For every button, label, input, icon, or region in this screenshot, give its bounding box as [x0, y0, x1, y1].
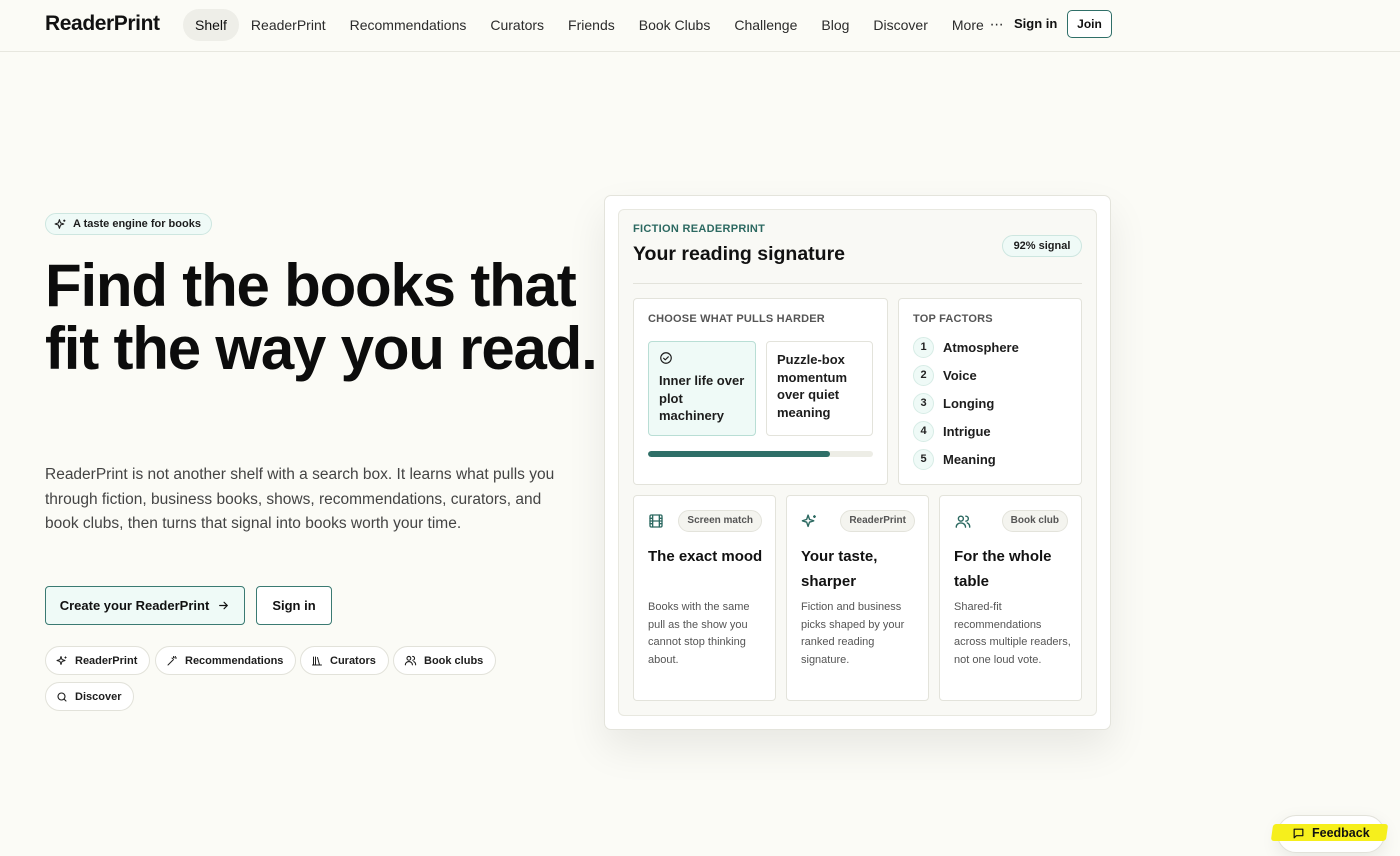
factor-item: 3 Longing	[913, 393, 994, 414]
nav-curators[interactable]: Curators	[478, 9, 556, 41]
feature-badge: ReaderPrint	[840, 510, 915, 532]
factor-label: Intrigue	[943, 424, 991, 439]
feature-card-book-club[interactable]: Book club For the whole table Shared-fit…	[939, 495, 1082, 701]
library-icon	[312, 656, 322, 665]
create-readerprint-label: Create your ReaderPrint	[59, 598, 210, 613]
card-title: Your reading signature	[633, 243, 846, 265]
users-icon	[955, 515, 971, 528]
feature-description: Fiction and business picks shaped by you…	[801, 601, 905, 666]
factor-label: Meaning	[943, 452, 996, 467]
chip-readerprint[interactable]: ReaderPrint	[45, 646, 151, 675]
nav-shelf[interactable]: Shelf	[183, 8, 239, 41]
join-button[interactable]: Join	[1067, 10, 1112, 38]
hero-signin-button[interactable]: Sign in	[256, 586, 332, 625]
factor-rank: 2	[913, 365, 934, 386]
arrow-right-icon	[219, 601, 229, 610]
factor-item: 5 Meaning	[913, 449, 996, 470]
factor-item: 2 Voice	[913, 365, 977, 386]
feature-description: Shared-fit recommendations across multip…	[954, 601, 1071, 666]
option-inner-life[interactable]: Inner life over plot machinery	[648, 341, 756, 436]
nav-challenge[interactable]: Challenge	[722, 9, 809, 41]
factor-rank: 5	[913, 449, 934, 470]
sparkle-icon	[801, 514, 816, 528]
nav-friends[interactable]: Friends	[556, 9, 627, 41]
feedback-label: Feedback	[1312, 826, 1370, 840]
magic-wand-icon	[167, 655, 177, 665]
chip-curators-label: Curators	[330, 654, 376, 667]
factor-item: 4 Intrigue	[913, 421, 991, 442]
chip-book-clubs[interactable]: Book clubs	[393, 646, 497, 675]
chip-discover[interactable]: Discover	[45, 682, 135, 711]
signal-badge: 92% signal	[1002, 235, 1082, 257]
hero-title: Find the books that fit the way you read…	[45, 252, 598, 382]
choose-label: CHOOSE WHAT PULLS HARDER	[648, 313, 825, 325]
feature-title: Your taste, sharper	[801, 548, 878, 590]
feature-title: For the whole table	[954, 548, 1052, 590]
factor-rank: 3	[913, 393, 934, 414]
nav-book-clubs[interactable]: Book Clubs	[627, 9, 723, 41]
feature-badge: Book club	[1001, 510, 1068, 532]
site-header: ReaderPrint Shelf ReaderPrint Recommenda…	[0, 0, 1400, 52]
factor-label: Voice	[943, 368, 977, 383]
feature-card-readerprint[interactable]: ReaderPrint Your taste, sharper Fiction …	[786, 495, 929, 701]
feature-badge: Screen match	[678, 510, 762, 532]
option-puzzle-box[interactable]: Puzzle-box momentum over quiet meaning	[766, 341, 873, 436]
create-readerprint-button[interactable]: Create your ReaderPrint	[45, 586, 245, 625]
nav-discover[interactable]: Discover	[861, 9, 939, 41]
brand-logo[interactable]: ReaderPrint	[45, 12, 160, 36]
factor-item: 1 Atmosphere	[913, 337, 1019, 358]
nav-more[interactable]: More ⋯	[940, 8, 1017, 41]
nav-recommendations[interactable]: Recommendations	[338, 9, 479, 41]
chip-readerprint-label: ReaderPrint	[75, 654, 138, 667]
nav-more-label: More	[951, 16, 984, 33]
search-icon	[57, 691, 67, 702]
factor-rank: 1	[913, 337, 934, 358]
sparkle-icon	[54, 218, 66, 229]
chip-discover-label: Discover	[75, 690, 122, 703]
users-icon	[404, 655, 417, 666]
option-puzzle-box-label: Puzzle-box momentum over quiet meaning	[777, 352, 848, 420]
chip-recommendations[interactable]: Recommendations	[155, 646, 297, 675]
main-nav: Shelf ReaderPrint Recommendations Curato…	[183, 8, 1017, 41]
pull-progress-bar	[648, 451, 873, 457]
card-divider	[633, 283, 1082, 284]
header-signin-link[interactable]: Sign in	[1014, 16, 1057, 31]
feature-description: Books with the same pull as the show you…	[648, 601, 750, 666]
chip-recommendations-label: Recommendations	[185, 654, 284, 667]
factor-label: Atmosphere	[943, 340, 1019, 355]
factor-rank: 4	[913, 421, 934, 442]
hero-description: ReaderPrint is not another shelf with a …	[45, 466, 555, 532]
feature-card-screen-match[interactable]: Screen match The exact mood Books with t…	[633, 495, 776, 701]
hero-tag-label: A taste engine for books	[73, 218, 201, 230]
more-dots-icon: ⋯	[989, 16, 1005, 32]
factors-label: TOP FACTORS	[913, 313, 993, 325]
check-circle-icon	[660, 352, 672, 364]
card-eyebrow: FICTION READERPRINT	[633, 223, 766, 235]
feedback-content[interactable]: Feedback	[1292, 826, 1370, 840]
film-icon	[649, 514, 663, 528]
nav-readerprint[interactable]: ReaderPrint	[239, 9, 338, 41]
feature-title: The exact mood	[648, 548, 763, 565]
chip-curators[interactable]: Curators	[300, 646, 389, 675]
option-inner-life-label: Inner life over plot machinery	[659, 373, 745, 423]
message-square-icon	[1293, 828, 1304, 838]
chip-book-clubs-label: Book clubs	[424, 654, 484, 667]
nav-blog[interactable]: Blog	[809, 9, 861, 41]
sparkle-icon	[56, 655, 67, 665]
pull-progress-fill	[648, 451, 831, 457]
factor-label: Longing	[943, 396, 995, 411]
hero-tag-pill: A taste engine for books	[45, 213, 212, 235]
